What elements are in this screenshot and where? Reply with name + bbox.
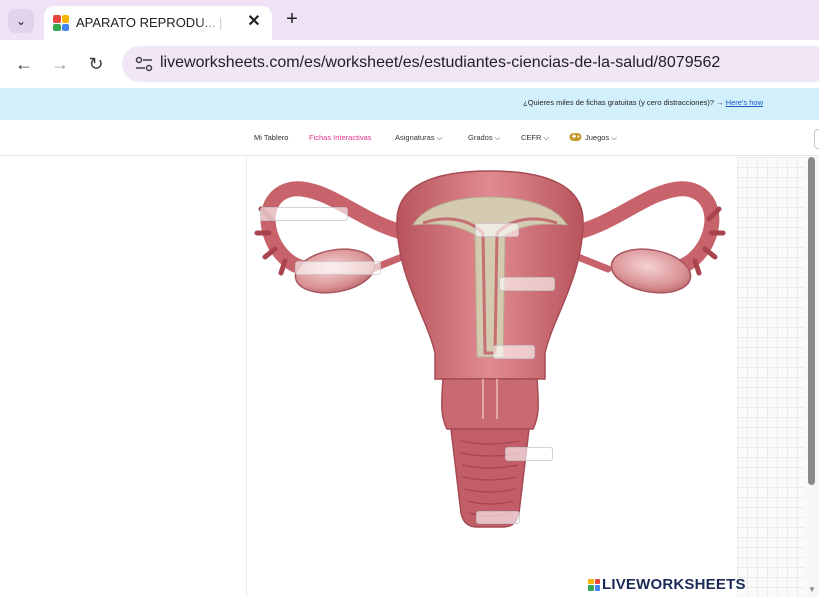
answer-box[interactable] (295, 261, 381, 275)
browser-tab[interactable]: APARATO REPRODU... | Free Int ✕ (44, 6, 272, 40)
forward-button[interactable]: → (48, 52, 72, 76)
nav-asignaturas[interactable]: Asignaturas ⌵ (395, 133, 442, 143)
banner-message: ¿Quieres miles de fichas gratuitas (y ce… (523, 98, 763, 107)
nav-fichas-interactivas[interactable]: Fichas Interactivas (309, 133, 372, 142)
new-tab-button[interactable]: + (281, 9, 303, 31)
liveworksheets-logo-icon (588, 578, 600, 591)
answer-box[interactable] (505, 447, 553, 461)
tab-title-fade (196, 12, 228, 34)
browser-tab-strip: ⌄ APARATO REPRODU... | Free Int ✕ + (0, 0, 819, 40)
reload-button[interactable]: ↻ (84, 52, 108, 76)
banner-text: ¿Quieres miles de fichas gratuitas (y ce… (523, 98, 726, 107)
promo-banner: ¿Quieres miles de fichas gratuitas (y ce… (0, 88, 819, 120)
browser-toolbar: ← → ↻ liveworksheets.com/es/worksheet/es… (0, 40, 819, 88)
nav-cefr[interactable]: CEFR ⌵ (521, 133, 549, 143)
right-ovary (610, 248, 692, 294)
answer-box[interactable] (499, 277, 555, 291)
gamepad-icon (569, 133, 582, 141)
url-text[interactable]: liveworksheets.com/es/worksheet/es/estud… (160, 54, 720, 72)
cervix (441, 378, 539, 430)
tab-search-button[interactable]: ⌄ (8, 9, 34, 33)
nav-juegos[interactable]: Juegos ⌵ (585, 133, 617, 143)
right-column (737, 157, 805, 597)
scrollbar[interactable]: ▼ (805, 157, 819, 597)
nav-grados[interactable]: Grados ⌵ (468, 133, 500, 143)
search-button[interactable]: Q (814, 129, 819, 149)
banner-link[interactable]: Here's how (726, 98, 763, 107)
site-navigation: Mi Tablero Fichas Interactivas Asignatur… (0, 120, 819, 156)
liveworksheets-favicon-icon (53, 15, 69, 31)
left-column (0, 157, 247, 597)
scrollbar-thumb[interactable] (808, 157, 815, 485)
liveworksheets-logo: LIVEWORKSHEETS (588, 576, 746, 593)
answer-box[interactable] (493, 345, 535, 359)
back-button[interactable]: ← (12, 52, 36, 76)
answer-box[interactable] (475, 223, 519, 237)
tab-close-icon[interactable]: ✕ (244, 12, 264, 32)
nav-mi-tablero[interactable]: Mi Tablero (254, 133, 288, 142)
address-bar[interactable]: liveworksheets.com/es/worksheet/es/estud… (122, 46, 819, 82)
scroll-down-arrow-icon[interactable]: ▼ (808, 585, 816, 594)
answer-box[interactable] (260, 207, 348, 221)
site-info-icon[interactable] (134, 55, 154, 73)
answer-box[interactable] (476, 511, 520, 524)
worksheet-canvas (247, 157, 737, 597)
logo-text: LIVEWORKSHEETS (602, 576, 746, 593)
